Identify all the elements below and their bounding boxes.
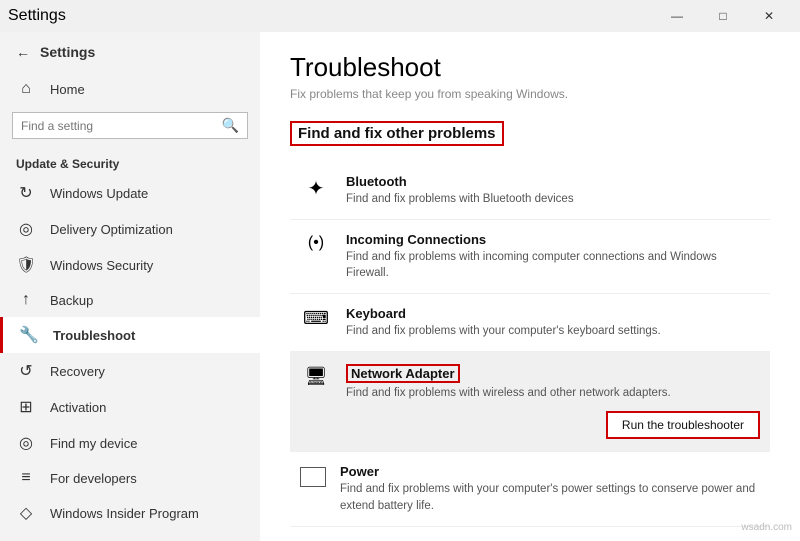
search-button[interactable]: 🔍 <box>214 113 247 138</box>
sidebar-item-recovery[interactable]: ↺ Recovery <box>0 353 260 389</box>
windows-update-icon: ↻ <box>16 183 36 203</box>
sidebar-item-home-label: Home <box>50 82 85 97</box>
content-subtitle: Fix problems that keep you from speaking… <box>290 87 770 101</box>
sidebar-item-recovery-label: Recovery <box>50 364 105 379</box>
power-title: Power <box>340 464 760 479</box>
sidebar-item-backup-label: Backup <box>50 293 93 308</box>
keyboard-desc: Find and fix problems with your computer… <box>346 323 760 339</box>
troubleshoot-item-incoming-connections[interactable]: (•) Incoming Connections Find and fix pr… <box>290 220 770 294</box>
activation-icon: ⊞ <box>16 397 36 417</box>
titlebar: Settings — □ ✕ <box>0 0 800 32</box>
sidebar-section-label: Update & Security <box>0 149 260 175</box>
minimize-button[interactable]: — <box>654 0 700 32</box>
sidebar-item-windows-security-label: Windows Security <box>50 258 153 273</box>
power-icon <box>300 467 326 487</box>
watermark: wsadn.com <box>741 522 792 533</box>
troubleshoot-item-program-compatibility[interactable]: ≡ Program Compatibility Troubleshooter F… <box>290 527 770 541</box>
titlebar-left: Settings <box>8 7 66 25</box>
sidebar-item-activation[interactable]: ⊞ Activation <box>0 389 260 425</box>
network-adapter-desc: Find and fix problems with wireless and … <box>346 385 760 401</box>
power-desc: Find and fix problems with your computer… <box>340 481 760 513</box>
sidebar-item-home[interactable]: ⌂ Home <box>0 72 260 106</box>
page-title: Troubleshoot <box>290 52 770 83</box>
bluetooth-content: Bluetooth Find and fix problems with Blu… <box>346 174 760 207</box>
bluetooth-title: Bluetooth <box>346 174 760 189</box>
sidebar-item-activation-label: Activation <box>50 400 106 415</box>
troubleshoot-item-keyboard[interactable]: ⌨ Keyboard Find and fix problems with yo… <box>290 294 770 352</box>
run-btn-container: Run the troubleshooter <box>346 411 760 439</box>
run-troubleshooter-button[interactable]: Run the troubleshooter <box>606 411 760 439</box>
troubleshoot-item-network-adapter[interactable]: 🖥 Network Adapter Find and fix problems … <box>290 352 770 452</box>
sidebar-item-backup[interactable]: ↑ Backup <box>0 283 260 317</box>
home-icon: ⌂ <box>16 80 36 98</box>
sidebar-item-windows-update-label: Windows Update <box>50 186 148 201</box>
incoming-connections-desc: Find and fix problems with incoming comp… <box>346 249 760 281</box>
backup-icon: ↑ <box>16 291 36 309</box>
sidebar-item-for-developers-label: For developers <box>50 471 137 486</box>
titlebar-title: Settings <box>8 7 66 25</box>
sidebar-item-delivery-optimization[interactable]: ◎ Delivery Optimization <box>0 211 260 247</box>
windows-security-icon: 🛡 <box>16 255 36 275</box>
network-adapter-title: Network Adapter <box>346 364 460 383</box>
bluetooth-desc: Find and fix problems with Bluetooth dev… <box>346 191 760 207</box>
sidebar-item-delivery-optimization-label: Delivery Optimization <box>50 222 173 237</box>
back-button[interactable]: ← <box>16 44 30 60</box>
incoming-connections-title: Incoming Connections <box>346 232 760 247</box>
for-developers-icon: ≡ <box>16 469 36 487</box>
incoming-connections-icon: (•) <box>300 234 332 252</box>
network-adapter-content: Network Adapter Find and fix problems wi… <box>346 364 760 439</box>
sidebar-item-troubleshoot-label: Troubleshoot <box>53 328 135 343</box>
sidebar-app-title: Settings <box>40 44 95 60</box>
bluetooth-icon: ✦ <box>300 176 332 201</box>
keyboard-title: Keyboard <box>346 306 760 321</box>
sidebar-item-windows-insider[interactable]: ◇ Windows Insider Program <box>0 495 260 531</box>
sidebar-item-for-developers[interactable]: ≡ For developers <box>0 461 260 495</box>
windows-insider-icon: ◇ <box>16 503 36 523</box>
section-header: Find and fix other problems <box>290 121 504 146</box>
titlebar-controls: — □ ✕ <box>654 0 792 32</box>
sidebar-top: ← Settings <box>0 32 260 72</box>
sidebar-item-find-my-device-label: Find my device <box>50 436 137 451</box>
recovery-icon: ↺ <box>16 361 36 381</box>
incoming-connections-content: Incoming Connections Find and fix proble… <box>346 232 760 281</box>
troubleshoot-icon: 🔧 <box>19 325 39 345</box>
sidebar-item-troubleshoot[interactable]: 🔧 Troubleshoot <box>0 317 260 353</box>
sidebar-item-windows-security[interactable]: 🛡 Windows Security <box>0 247 260 283</box>
close-button[interactable]: ✕ <box>746 0 792 32</box>
find-my-device-icon: ◎ <box>16 433 36 453</box>
search-input[interactable] <box>13 114 214 138</box>
sidebar-item-find-my-device[interactable]: ◎ Find my device <box>0 425 260 461</box>
network-adapter-icon: 🖥 <box>300 366 332 387</box>
troubleshoot-item-power[interactable]: Power Find and fix problems with your co… <box>290 452 770 526</box>
search-box: 🔍 <box>12 112 248 139</box>
sidebar: ← Settings ⌂ Home 🔍 Update & Security ↻ … <box>0 32 260 541</box>
keyboard-content: Keyboard Find and fix problems with your… <box>346 306 760 339</box>
troubleshoot-item-bluetooth[interactable]: ✦ Bluetooth Find and fix problems with B… <box>290 162 770 220</box>
delivery-optimization-icon: ◎ <box>16 219 36 239</box>
maximize-button[interactable]: □ <box>700 0 746 32</box>
keyboard-icon: ⌨ <box>300 308 332 329</box>
sidebar-item-windows-insider-label: Windows Insider Program <box>50 506 199 521</box>
power-content: Power Find and fix problems with your co… <box>340 464 760 513</box>
content-area: Troubleshoot Fix problems that keep you … <box>260 32 800 541</box>
sidebar-item-windows-update[interactable]: ↻ Windows Update <box>0 175 260 211</box>
main-container: ← Settings ⌂ Home 🔍 Update & Security ↻ … <box>0 32 800 541</box>
